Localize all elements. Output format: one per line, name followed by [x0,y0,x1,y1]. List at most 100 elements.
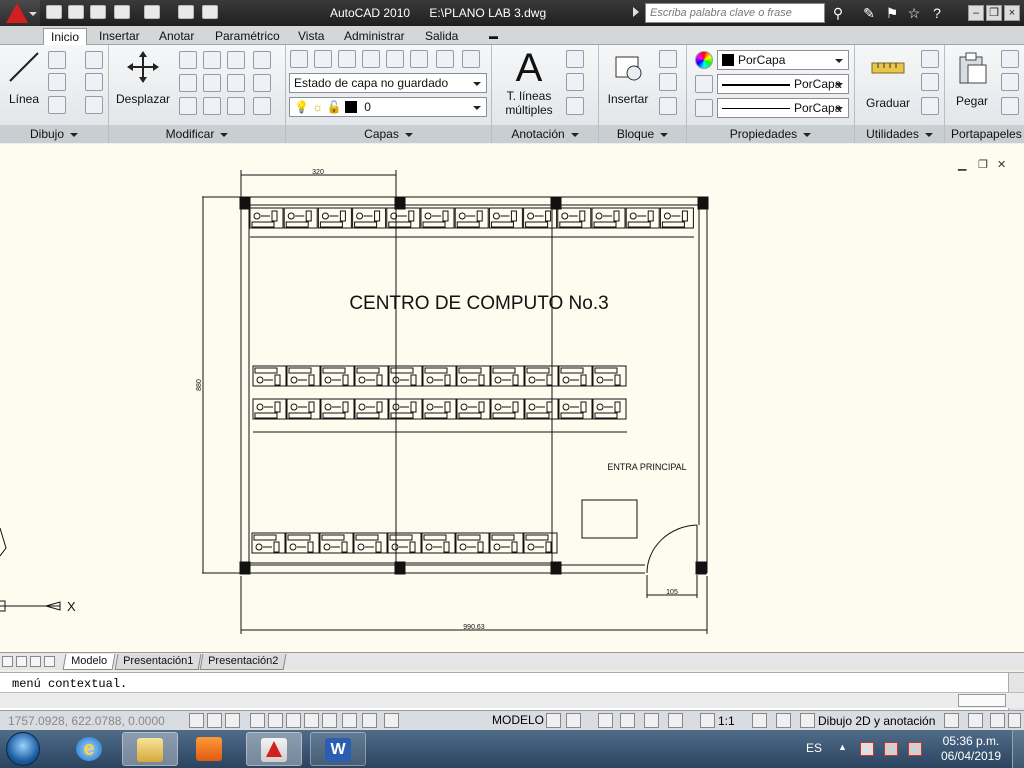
select-all-icon[interactable] [921,73,939,91]
open-file-icon[interactable] [68,5,84,19]
scale-icon[interactable] [179,97,197,115]
taskbar-autocad[interactable] [246,732,302,766]
ortho-mode-icon[interactable] [225,713,240,728]
copy-icon[interactable] [179,51,197,69]
erase-icon[interactable] [253,51,271,69]
panel-title-utilidades[interactable]: Utilidades [855,125,944,143]
taskbar-word[interactable]: W [310,732,366,766]
pan-icon[interactable] [598,713,613,728]
hatch-icon[interactable] [85,73,103,91]
tab-parametrico[interactable]: Paramétrico [208,28,287,45]
layer-state-icon[interactable] [462,50,480,68]
crosshair-icon[interactable] [362,713,377,728]
tab-inicio[interactable]: Inicio [43,28,88,45]
snap-mode-icon[interactable] [189,713,204,728]
tab-vista[interactable]: Vista [291,28,331,45]
color-dropdown[interactable]: PorCapa [717,50,849,70]
favorites-star-icon[interactable]: ☆ [905,4,923,22]
edit-block-icon[interactable] [659,73,677,91]
layer-walk-icon[interactable] [436,50,454,68]
grid-display-icon[interactable] [207,713,222,728]
taskbar-internet-explorer[interactable]: e [62,732,118,766]
scrollbar-thumb[interactable] [958,694,1006,707]
quick-view-layouts-icon[interactable] [546,713,561,728]
quick-properties-icon[interactable] [384,713,399,728]
taskbar-media-player[interactable] [182,732,238,766]
minimize-button[interactable]: – [968,5,984,21]
tab-anotar[interactable]: Anotar [152,28,201,45]
binoculars-icon[interactable]: ⚲ [829,4,847,22]
first-tab-icon[interactable] [2,656,13,667]
drawing-minimize-icon[interactable]: ▁ [958,158,970,171]
multiline-text-button[interactable]: A T. líneas múltiples [498,47,560,117]
model-space-button[interactable]: MODELO [490,713,546,729]
annotation-scale-icon[interactable] [700,713,715,728]
attribute-icon[interactable] [659,97,677,115]
application-menu-button[interactable] [0,0,40,28]
tab-presentacion2[interactable]: Presentación2 [199,654,287,670]
arc-icon[interactable] [48,96,66,114]
copy-clip-icon[interactable] [1001,73,1019,91]
horizontal-scrollbar[interactable] [0,692,1024,708]
restore-button[interactable]: ❐ [986,5,1002,21]
zoom-icon[interactable] [620,713,635,728]
cut-icon[interactable] [1001,50,1019,68]
layer-freeze-icon[interactable] [314,50,332,68]
redo-icon[interactable] [144,5,160,19]
drawing-close-icon[interactable]: ✕ [997,158,1009,171]
hardware-acceleration-icon[interactable] [968,713,983,728]
rotate-icon[interactable] [203,51,221,69]
panel-title-bloque[interactable]: Bloque [599,125,686,143]
current-layer-dropdown[interactable]: 💡 ☼ 🔓 0 [289,97,487,117]
panel-title-anotacion[interactable]: Anotación [492,125,598,143]
panel-title-propiedades[interactable]: Propiedades [687,125,854,143]
input-language[interactable]: ES [806,741,822,755]
dynamic-input-icon[interactable] [322,713,337,728]
tab-modelo[interactable]: Modelo [62,654,116,670]
trim-icon[interactable] [227,51,245,69]
rectangle-icon[interactable] [85,51,103,69]
new-file-icon[interactable] [46,5,62,19]
lineweight-toggle-icon[interactable] [342,713,357,728]
layer-isolate-icon[interactable] [362,50,380,68]
workspace-icon[interactable] [202,5,218,19]
workspace-switch-icon[interactable] [800,713,815,728]
ribbon-options-icon[interactable]: ▬ [482,28,505,45]
show-hidden-icons-icon[interactable]: ▲ [838,742,852,756]
annotation-visibility-icon[interactable] [752,713,767,728]
object-snap-tracking-icon[interactable] [286,713,301,728]
steering-wheel-icon[interactable] [644,713,659,728]
close-button[interactable]: × [1004,5,1020,21]
quick-select-icon[interactable] [921,50,939,68]
workspace-dropdown[interactable]: Dibujo 2D y anotación [818,714,935,728]
layer-off-icon[interactable] [338,50,356,68]
fillet-icon[interactable] [227,74,245,92]
linetype-icon[interactable] [695,75,713,93]
match-properties-icon[interactable] [1001,97,1019,115]
auto-scale-icon[interactable] [776,713,791,728]
move-button[interactable]: Desplazar [115,49,171,106]
line-button[interactable]: Línea [4,49,44,106]
lineweight-icon[interactable] [695,99,713,117]
last-tab-icon[interactable] [44,656,55,667]
status-menu-icon[interactable] [1008,713,1021,728]
lineweight-dropdown[interactable]: PorCapa [717,98,849,118]
annotation-scale-value[interactable]: 1:1 [718,714,735,728]
undo-icon[interactable] [114,5,130,19]
drawing-canvas[interactable]: 320 990.63 105 880 CENTRO DE COMPUTO No.3 ENT… [0,144,1024,652]
layer-state-dropdown[interactable]: Estado de capa no guardado [289,73,487,93]
stretch-icon[interactable] [179,74,197,92]
array-icon[interactable] [203,97,221,115]
drawing-restore-icon[interactable]: ❐ [978,158,990,171]
panel-title-modificar[interactable]: Modificar [109,125,285,143]
print-icon[interactable] [178,5,194,19]
tab-insertar[interactable]: Insertar [92,28,147,45]
tab-presentacion1[interactable]: Presentación1 [114,654,202,670]
save-icon[interactable] [90,5,106,19]
layer-match-icon[interactable] [386,50,404,68]
leader-icon[interactable] [566,73,584,91]
paste-button[interactable]: Pegar [949,51,995,108]
mirror-icon[interactable] [203,74,221,92]
next-tab-icon[interactable] [30,656,41,667]
create-block-icon[interactable] [659,50,677,68]
